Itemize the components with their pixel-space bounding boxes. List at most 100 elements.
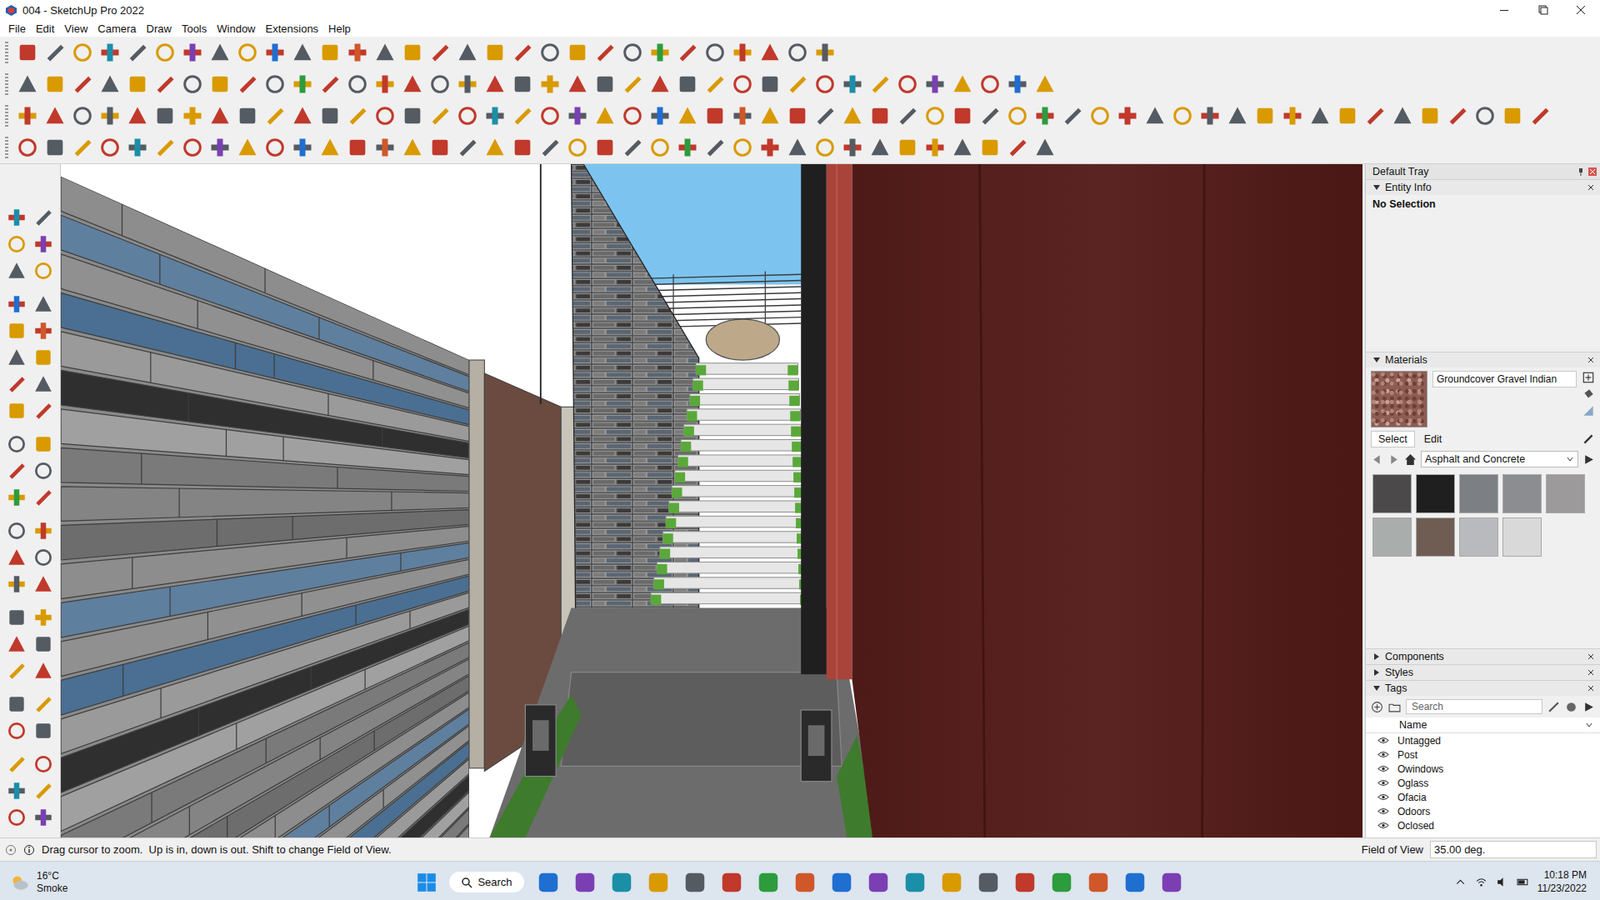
tool-icon[interactable] <box>1033 72 1057 96</box>
tool-icon[interactable] <box>32 753 55 775</box>
tool-icon[interactable] <box>5 293 28 315</box>
minimize-icon[interactable] <box>1485 0 1524 21</box>
tool-icon[interactable] <box>5 660 28 682</box>
tool-icon[interactable] <box>5 206 28 229</box>
tool-icon[interactable] <box>1005 104 1030 128</box>
taskbar-app-icon[interactable] <box>1122 870 1148 895</box>
tool-icon[interactable] <box>15 72 40 96</box>
tool-icon[interactable] <box>32 660 55 682</box>
eye-icon[interactable] <box>1377 821 1390 830</box>
eye-icon[interactable] <box>1377 807 1390 815</box>
details-arrow-icon[interactable] <box>1582 700 1595 714</box>
tool-icon[interactable] <box>32 433 55 455</box>
tool-icon[interactable] <box>32 233 55 255</box>
tool-icon[interactable] <box>5 400 28 422</box>
tool-icon[interactable] <box>813 72 837 96</box>
tool-icon[interactable] <box>32 520 55 542</box>
tool-icon[interactable] <box>32 293 55 315</box>
weather-icon[interactable] <box>8 871 30 894</box>
tool-icon[interactable] <box>32 546 55 569</box>
tool-icon[interactable] <box>318 104 342 128</box>
tool-icon[interactable] <box>43 104 67 128</box>
tool-icon[interactable] <box>1005 135 1030 160</box>
material-swatch[interactable] <box>1372 474 1412 514</box>
taskbar-app-icon[interactable] <box>682 870 708 895</box>
tool-icon[interactable] <box>98 40 122 65</box>
tag-row[interactable]: Ofacia <box>1365 790 1600 805</box>
toolbar-grip[interactable] <box>5 105 9 127</box>
taskbar-app-icon[interactable] <box>645 870 671 895</box>
tool-icon[interactable] <box>950 104 975 128</box>
panel-header[interactable]: Styles <box>1365 664 1600 680</box>
taskbar-app-icon[interactable] <box>609 870 635 895</box>
tool-icon[interactable] <box>263 72 287 96</box>
color-by-tag-icon[interactable] <box>1565 700 1578 714</box>
tool-icon[interactable] <box>290 40 315 65</box>
details-arrow-icon[interactable] <box>1582 453 1595 466</box>
tool-icon[interactable] <box>263 40 287 65</box>
tool-icon[interactable] <box>290 104 315 128</box>
tool-icon[interactable] <box>32 486 55 509</box>
panel-header[interactable]: Entity Info <box>1365 179 1600 195</box>
tool-icon[interactable] <box>5 780 28 802</box>
tool-icon[interactable] <box>32 460 55 482</box>
taskbar-app-icon[interactable] <box>755 870 781 895</box>
tool-icon[interactable] <box>730 40 755 65</box>
tool-icon[interactable] <box>125 40 150 65</box>
tool-icon[interactable] <box>703 72 727 96</box>
tool-icon[interactable] <box>5 806 28 829</box>
tool-icon[interactable] <box>565 72 590 96</box>
tool-icon[interactable] <box>235 135 260 160</box>
tool-icon[interactable] <box>32 206 55 229</box>
tag-row[interactable]: Post <box>1365 747 1600 762</box>
tool-icon[interactable] <box>813 135 837 160</box>
tool-icon[interactable] <box>895 72 920 96</box>
tool-icon[interactable] <box>98 104 122 128</box>
material-swatch[interactable] <box>1415 474 1455 514</box>
tool-icon[interactable] <box>98 135 122 160</box>
close-icon[interactable] <box>1586 668 1595 677</box>
tool-icon[interactable] <box>840 135 865 160</box>
tool-icon[interactable] <box>538 40 562 65</box>
tool-icon[interactable] <box>5 520 28 542</box>
tool-icon[interactable] <box>373 72 397 96</box>
tool-icon[interactable] <box>263 135 287 160</box>
pencil-icon[interactable] <box>1547 700 1560 714</box>
tool-icon[interactable] <box>620 72 645 96</box>
panel-header[interactable]: Tags <box>1365 680 1600 696</box>
tool-icon[interactable] <box>1445 104 1470 128</box>
tool-icon[interactable] <box>758 104 782 128</box>
tool-icon[interactable] <box>32 720 55 742</box>
tool-icon[interactable] <box>758 135 782 160</box>
tool-icon[interactable] <box>840 72 865 96</box>
tool-icon[interactable] <box>923 72 947 96</box>
tool-icon[interactable] <box>758 72 782 96</box>
tool-icon[interactable] <box>785 40 810 65</box>
tool-icon[interactable] <box>32 373 55 395</box>
tool-icon[interactable] <box>400 104 425 128</box>
tool-icon[interactable] <box>1088 104 1112 128</box>
tool-icon[interactable] <box>565 40 590 65</box>
tool-icon[interactable] <box>730 135 755 160</box>
tool-icon[interactable] <box>153 135 177 160</box>
pin-icon[interactable] <box>1576 167 1585 176</box>
toolbar-grip[interactable] <box>5 136 9 159</box>
tool-icon[interactable] <box>1033 104 1057 128</box>
tool-icon[interactable] <box>290 135 315 160</box>
tool-icon[interactable] <box>1253 104 1277 128</box>
tool-icon[interactable] <box>840 104 865 128</box>
tool-icon[interactable] <box>180 104 205 128</box>
eye-icon[interactable] <box>1377 750 1390 759</box>
tool-icon[interactable] <box>675 72 700 96</box>
panel-header[interactable]: Materials <box>1365 351 1600 368</box>
add-tag-icon[interactable] <box>1370 700 1384 714</box>
tool-icon[interactable] <box>428 135 452 160</box>
paint-bucket-icon[interactable] <box>1581 387 1595 401</box>
info-icon[interactable] <box>23 844 35 856</box>
tool-icon[interactable] <box>428 104 452 128</box>
tool-icon[interactable] <box>15 40 40 65</box>
tool-icon[interactable] <box>950 135 975 160</box>
tool-icon[interactable] <box>180 135 205 160</box>
toolbar-grip[interactable] <box>5 73 9 95</box>
tool-icon[interactable] <box>565 135 590 160</box>
